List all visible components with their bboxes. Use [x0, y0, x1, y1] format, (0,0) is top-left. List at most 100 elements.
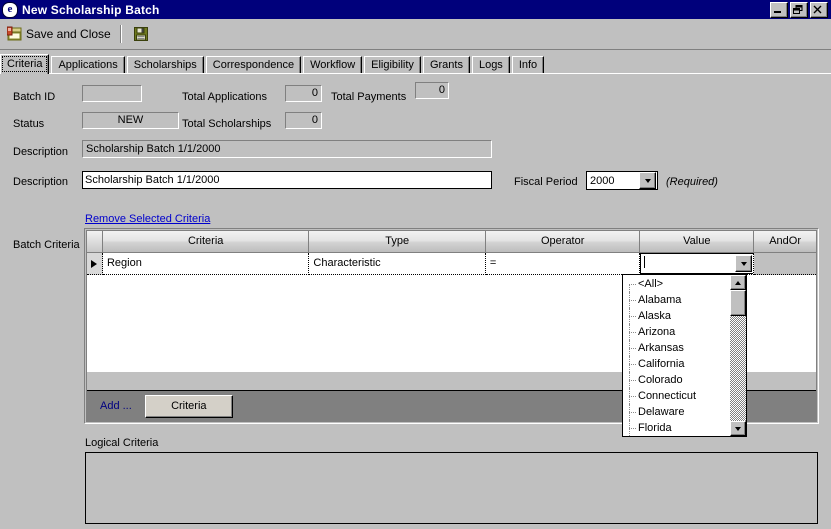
column-header-operator[interactable]: Operator [485, 231, 641, 253]
cell-operator[interactable]: = [485, 253, 641, 275]
remove-selected-criteria-link[interactable]: Remove Selected Criteria [85, 213, 210, 225]
scrollbar-thumb[interactable] [730, 290, 746, 316]
list-item[interactable]: California [623, 356, 729, 372]
scrollbar-track[interactable] [730, 290, 746, 421]
table-row[interactable]: Region Characteristic = [87, 253, 817, 275]
column-header-andor[interactable]: AndOr [754, 231, 816, 253]
save-button[interactable] [129, 22, 153, 46]
tree-branch-icon [625, 372, 638, 388]
tab-scholarships[interactable]: Scholarships [126, 56, 204, 74]
value-combobox[interactable] [640, 253, 754, 274]
list-item-label: Delaware [638, 406, 685, 418]
row-selector[interactable] [87, 253, 103, 275]
tree-branch-icon [625, 292, 638, 308]
tab-label: Grants [429, 59, 463, 71]
description-input[interactable] [82, 171, 492, 189]
list-item[interactable]: Delaware [623, 404, 729, 420]
save-close-icon [7, 26, 23, 42]
list-item-label: Arkansas [638, 342, 684, 354]
tab-info[interactable]: Info [511, 56, 545, 74]
tab-strip: Criteria Applications Scholarships Corre… [0, 54, 831, 74]
list-item[interactable]: Colorado [623, 372, 729, 388]
fiscal-period-value: 2000 [590, 174, 615, 187]
tree-branch-icon [625, 276, 638, 292]
fiscal-period-combobox[interactable]: 2000 [586, 171, 658, 190]
tab-logs[interactable]: Logs [471, 56, 510, 74]
toolbar-separator-1 [119, 25, 121, 43]
tab-label: Criteria [7, 58, 43, 70]
list-item[interactable]: Arkansas [623, 340, 729, 356]
total-payments-label: Total Payments [331, 91, 407, 103]
chevron-down-icon[interactable] [639, 172, 656, 189]
tab-label: Workflow [310, 59, 356, 71]
grid-header-row: Criteria Type Operator Value AndOr [87, 231, 816, 253]
list-item-label: Connecticut [638, 390, 697, 402]
list-item-label: Alaska [638, 310, 672, 322]
description-readonly-field: Scholarship Batch 1/1/2000 [82, 140, 492, 158]
list-item-label: <All> [638, 278, 664, 290]
column-header-type[interactable]: Type [309, 231, 486, 253]
fiscal-period-required-note: (Required) [666, 176, 718, 188]
tab-eligibility[interactable]: Eligibility [364, 56, 421, 74]
status-field: NEW [82, 112, 179, 129]
list-item[interactable]: Florida [623, 420, 729, 436]
tree-branch-icon [625, 324, 638, 340]
value-combobox-text [641, 253, 735, 274]
value-dropdown-popup[interactable]: <All> Alabama Alaska Arizona Arkansas Ca… [622, 274, 747, 437]
tree-branch-icon [625, 388, 638, 404]
fiscal-period-label: Fiscal Period [514, 176, 578, 188]
tab-label: Applications [58, 59, 118, 71]
list-item[interactable]: Connecticut [623, 388, 729, 404]
tree-branch-icon [625, 308, 638, 324]
close-button[interactable] [810, 2, 828, 18]
description-readonly-label: Description [13, 146, 69, 158]
globe-icon: e [2, 1, 18, 18]
save-icon [133, 26, 149, 42]
chevron-down-icon[interactable] [735, 255, 753, 272]
cell-criteria[interactable]: Region [102, 253, 310, 275]
tab-criteria[interactable]: Criteria [0, 54, 50, 74]
total-payments-field: 0 [415, 82, 449, 99]
restore-button[interactable] [790, 2, 808, 18]
column-header-criteria[interactable]: Criteria [102, 231, 310, 253]
tab-applications[interactable]: Applications [51, 56, 125, 74]
save-and-close-button[interactable]: Save and Close [3, 22, 115, 46]
application-window: e New Scholarship Batch Save and Close C… [0, 0, 831, 529]
window-title: New Scholarship Batch [22, 2, 160, 17]
grid-corner-header [87, 231, 103, 253]
total-applications-label: Total Applications [182, 91, 267, 103]
add-label: Add ... [100, 400, 132, 412]
add-criteria-button[interactable]: Criteria [144, 394, 233, 418]
cell-type[interactable]: Characteristic [309, 253, 486, 275]
logical-criteria-label: Logical Criteria [85, 437, 159, 449]
list-item[interactable]: <All> [623, 276, 729, 292]
list-item-label: Arizona [638, 326, 676, 338]
scroll-down-icon[interactable] [730, 421, 746, 436]
tab-grants[interactable]: Grants [422, 56, 470, 74]
total-scholarships-field: 0 [285, 112, 322, 129]
value-dropdown-list[interactable]: <All> Alabama Alaska Arizona Arkansas Ca… [623, 275, 729, 436]
logical-criteria-textarea[interactable] [85, 452, 818, 524]
dropdown-scrollbar[interactable] [729, 275, 746, 436]
scroll-up-icon[interactable] [730, 275, 746, 290]
tab-label: Eligibility [371, 59, 414, 71]
save-and-close-label: Save and Close [26, 27, 111, 41]
tree-branch-icon [625, 340, 638, 356]
minimize-button[interactable] [770, 2, 788, 18]
cell-andor[interactable] [754, 253, 817, 275]
column-header-value[interactable]: Value [640, 231, 755, 253]
total-applications-field: 0 [285, 85, 322, 102]
tab-workflow[interactable]: Workflow [303, 56, 363, 74]
list-item[interactable]: Alaska [623, 308, 729, 324]
title-bar: e New Scholarship Batch [0, 0, 831, 19]
tab-underline [0, 73, 831, 74]
cell-value[interactable] [640, 253, 755, 275]
tab-correspondence[interactable]: Correspondence [205, 56, 302, 74]
tree-branch-icon [625, 420, 638, 436]
batch-id-label: Batch ID [13, 91, 56, 103]
list-item[interactable]: Alabama [623, 292, 729, 308]
list-item[interactable]: Arizona [623, 324, 729, 340]
tree-branch-icon [625, 356, 638, 372]
total-scholarships-label: Total Scholarships [182, 118, 272, 130]
list-item-label: Colorado [638, 374, 683, 386]
